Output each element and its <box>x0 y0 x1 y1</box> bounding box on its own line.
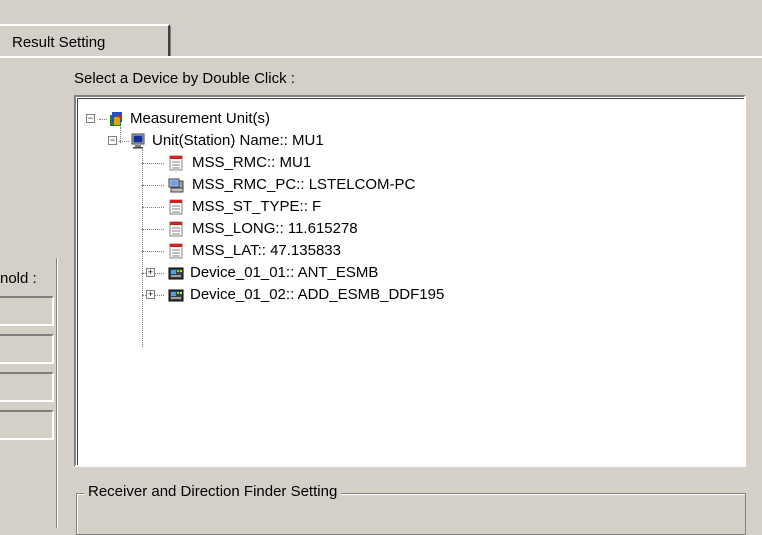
pc-icon <box>168 178 184 193</box>
tab-divider <box>170 26 171 56</box>
tree-item-label: MSS_RMC_PC:: LSTELCOM-PC <box>192 176 416 193</box>
threshold-field-4[interactable] <box>0 410 54 440</box>
tree-device-label: Device_01_01:: ANT_ESMB <box>190 264 379 281</box>
tree-item-label: MSS_LONG:: 11.615278 <box>192 220 358 237</box>
tree-station-label: Unit(Station) Name:: MU1 <box>152 132 324 149</box>
group-title: Receiver and Direction Finder Setting <box>84 483 342 500</box>
tree-root-label: Measurement Unit(s) <box>130 110 271 127</box>
computer-monitor-icon <box>131 133 145 149</box>
tab-result-setting[interactable]: Result Setting <box>0 24 170 58</box>
left-group-border <box>56 258 58 528</box>
document-icon <box>169 155 183 171</box>
document-icon <box>169 199 183 215</box>
expand-toggle[interactable]: + <box>146 290 155 299</box>
device-icon <box>168 289 184 302</box>
threshold-field-2[interactable] <box>0 334 54 364</box>
collapse-toggle[interactable]: − <box>108 136 117 145</box>
expand-toggle[interactable]: + <box>146 268 155 277</box>
device-tree[interactable]: − Measurement Unit(s) − Unit(Station) Na… <box>74 95 746 467</box>
threshold-field-1[interactable] <box>0 296 54 326</box>
tree-item-label: MSS_RMC:: MU1 <box>192 154 312 171</box>
tab-label: Result Setting <box>12 34 106 51</box>
document-icon <box>169 221 183 237</box>
collapse-toggle[interactable]: − <box>86 114 95 123</box>
measurement-units-icon <box>110 112 123 126</box>
threshold-field-3[interactable] <box>0 372 54 402</box>
select-device-label: Select a Device by Double Click : <box>74 70 295 87</box>
tree-device-label: Device_01_02:: ADD_ESMB_DDF195 <box>190 286 445 303</box>
tree-item-label: MSS_ST_TYPE:: F <box>192 198 322 215</box>
tree-item-label: MSS_LAT:: 47.135833 <box>192 242 341 259</box>
document-icon <box>169 243 183 259</box>
threshold-label: nold : <box>0 270 37 287</box>
device-icon <box>168 267 184 280</box>
